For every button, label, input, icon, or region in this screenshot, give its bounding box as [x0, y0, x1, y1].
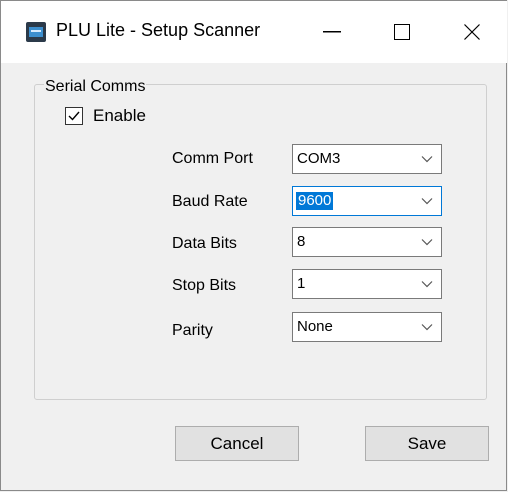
- data-bits-label: Data Bits: [172, 235, 237, 252]
- maximize-icon: [394, 24, 410, 40]
- enable-checkbox[interactable]: [65, 107, 83, 125]
- stop-bits-value: 1: [297, 275, 306, 292]
- baud-rate-select[interactable]: 9600: [292, 186, 442, 216]
- chevron-down-icon: [421, 281, 433, 288]
- cancel-button[interactable]: Cancel: [175, 426, 299, 461]
- save-button[interactable]: Save: [365, 426, 489, 461]
- close-icon: [464, 24, 480, 40]
- title-bar[interactable]: PLU Lite - Setup Scanner: [1, 1, 507, 63]
- parity-label: Parity: [172, 322, 213, 339]
- comm-port-label: Comm Port: [172, 150, 253, 167]
- chevron-down-icon: [421, 198, 433, 205]
- scanner-app-icon: [26, 22, 46, 42]
- setup-scanner-window: PLU Lite - Setup Scanner Serial Comms En…: [0, 0, 507, 491]
- chevron-down-icon: [421, 324, 433, 331]
- maximize-button[interactable]: [367, 1, 437, 63]
- comm-port-value: COM3: [297, 150, 341, 167]
- parity-select[interactable]: None: [292, 312, 442, 342]
- serial-comms-label: Serial Comms: [44, 78, 147, 96]
- comm-port-select[interactable]: COM3: [292, 144, 442, 174]
- check-icon: [68, 111, 80, 121]
- chevron-down-icon: [421, 239, 433, 246]
- stop-bits-label: Stop Bits: [172, 277, 237, 294]
- enable-label[interactable]: Enable: [93, 106, 146, 126]
- data-bits-value: 8: [297, 233, 306, 250]
- window-title: PLU Lite - Setup Scanner: [56, 20, 261, 40]
- close-button[interactable]: [437, 1, 507, 63]
- minimize-icon: [323, 31, 341, 33]
- stop-bits-select[interactable]: 1: [292, 269, 442, 299]
- minimize-button[interactable]: [297, 1, 367, 63]
- baud-rate-label: Baud Rate: [172, 193, 248, 210]
- parity-value: None: [297, 318, 333, 335]
- data-bits-select[interactable]: 8: [292, 227, 442, 257]
- chevron-down-icon: [421, 156, 433, 163]
- baud-rate-value: 9600: [296, 192, 334, 210]
